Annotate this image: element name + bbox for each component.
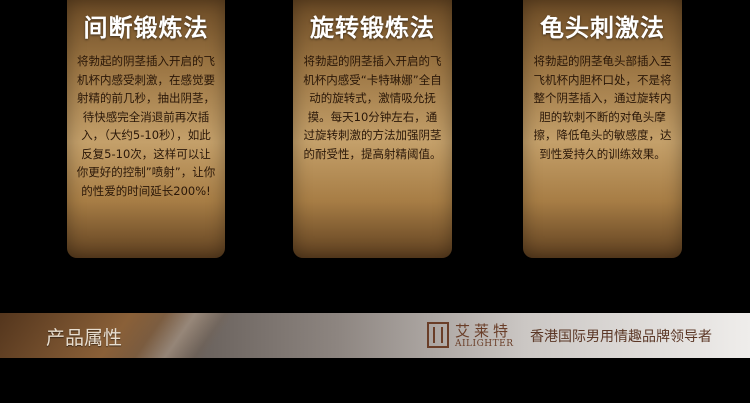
card-title: 间断锻炼法 (83, 14, 209, 42)
card-rotation-training: 旋转锻炼法 将勃起的阴茎插入开启的飞机杯内感受“卡特琳娜”全自动的旋转式，激情吸… (293, 0, 452, 258)
brand-name-cn: 艾莱特 (455, 322, 513, 340)
brand-logo: 艾莱特 AILIGHTER (427, 320, 522, 352)
bottom-spacer (0, 358, 750, 403)
section-title: 产品属性 (46, 327, 123, 349)
brand-slogan: 香港国际男用情趣品牌领导者 (530, 329, 712, 345)
card-intermittent-training: 间断锻炼法 将勃起的阴茎插入开启的飞机杯内感受刺激，在感觉要射精的前几秒，抽出阴… (67, 0, 225, 258)
card-title: 龟头刺激法 (540, 14, 665, 42)
brand-name-en: AILIGHTER (455, 339, 514, 349)
card-description: 将勃起的阴茎插入开启的飞机杯内感受刺激，在感觉要射精的前几秒，抽出阴茎，待快感完… (76, 54, 216, 198)
card-title: 旋转锻炼法 (310, 14, 435, 42)
brand-mark-icon (427, 322, 449, 348)
card-description: 将勃起的阴茎插入开启的飞机杯内感受“卡特琳娜”全自动的旋转式，激情吸允抚摸。每天… (303, 54, 442, 161)
card-description: 将勃起的阴茎龟头部插入至飞机杯内胆杯口处，不是将整个阴茎插入，通过旋转内胆的软刺… (533, 54, 672, 161)
product-attributes-banner: 产品属性 艾莱特 AILIGHTER 香港国际男用情趣品牌领导者 (0, 313, 750, 358)
card-glans-stimulation: 龟头刺激法 将勃起的阴茎龟头部插入至飞机杯内胆杯口处，不是将整个阴茎插入，通过旋… (523, 0, 682, 258)
